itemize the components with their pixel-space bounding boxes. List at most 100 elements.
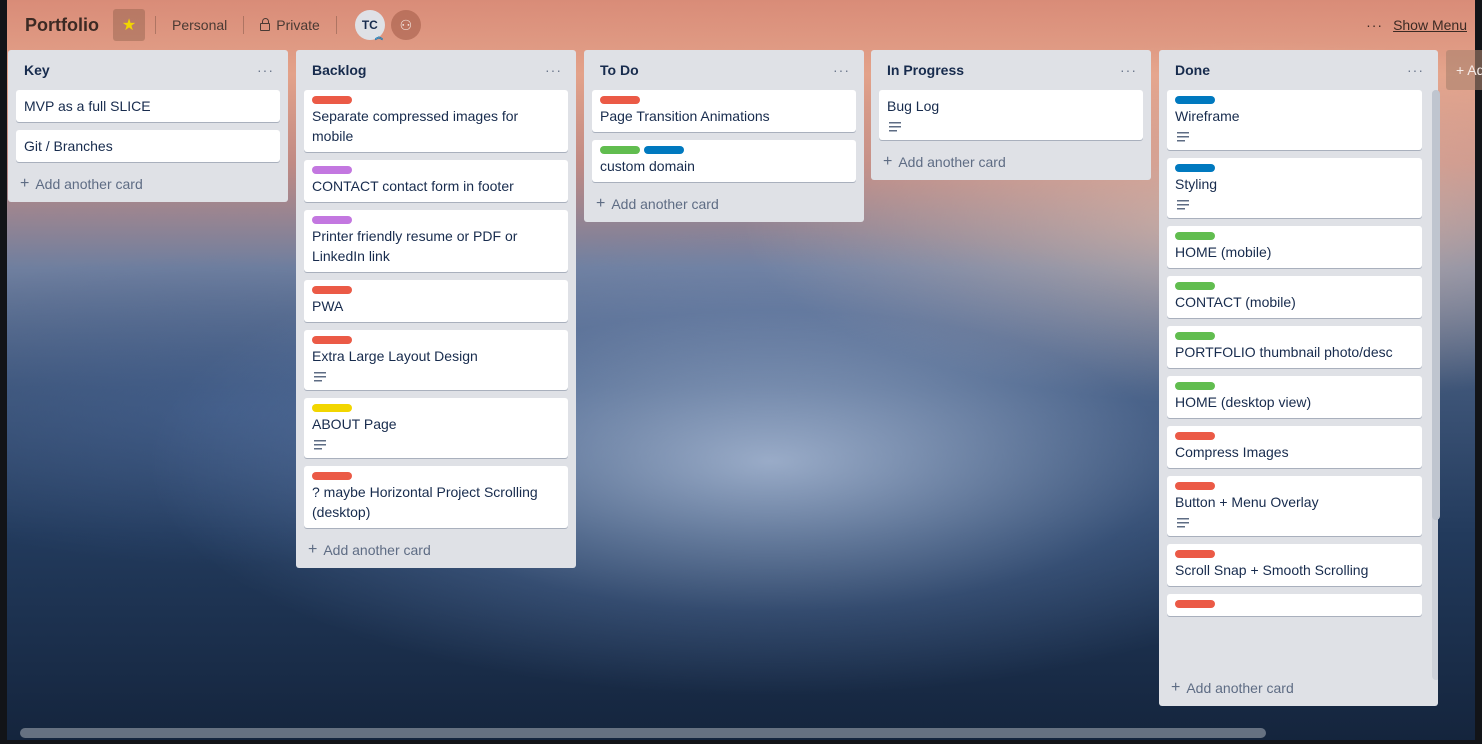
card[interactable]: HOME (desktop view) — [1167, 376, 1422, 418]
list-menu-icon[interactable]: ··· — [1120, 62, 1137, 78]
card-label-red[interactable] — [1175, 600, 1215, 608]
card[interactable]: custom domain — [592, 140, 856, 182]
card-label-yellow[interactable] — [312, 404, 352, 412]
card[interactable]: Scroll Snap + Smooth Scrolling — [1167, 544, 1422, 586]
star-button[interactable]: ★ — [113, 9, 145, 41]
card-label-green[interactable] — [1175, 332, 1215, 340]
list-menu-icon[interactable]: ··· — [833, 62, 850, 78]
card-label-green[interactable] — [600, 146, 640, 154]
member-avatar[interactable]: TC ︽ — [354, 10, 385, 41]
list-menu-icon[interactable]: ··· — [257, 62, 274, 78]
invite-button[interactable]: ⚇ — [390, 10, 421, 40]
add-card-label: Add another card — [1186, 680, 1294, 696]
list-title[interactable]: Done — [1175, 62, 1210, 78]
more-icon: ··· — [1366, 17, 1384, 33]
card-label-purple[interactable] — [312, 216, 352, 224]
card-label-blue[interactable] — [1175, 96, 1215, 104]
card[interactable]: Compress Images — [1167, 426, 1422, 468]
show-menu-button[interactable]: ··· Show Menu — [1366, 17, 1467, 33]
card-title: custom domain — [600, 158, 695, 174]
visibility-button[interactable]: Private — [254, 11, 326, 39]
list-menu-icon[interactable]: ··· — [1407, 62, 1424, 78]
header-divider — [335, 16, 337, 34]
card[interactable]: MVP as a full SLICE — [16, 90, 280, 122]
card[interactable]: CONTACT contact form in footer — [304, 160, 568, 202]
card[interactable]: PORTFOLIO thumbnail photo/desc — [1167, 326, 1422, 368]
card-title: Page Transition Animations — [600, 108, 770, 124]
card-label-green[interactable] — [1175, 232, 1215, 240]
card-label-red[interactable] — [1175, 482, 1215, 490]
card[interactable]: ? maybe Horizontal Project Scrolling (de… — [304, 466, 568, 528]
add-list-button[interactable]: + Add another list — [1446, 50, 1482, 90]
list-in-progress: In Progress ··· Bug Log + Add another ca… — [871, 50, 1151, 180]
admin-chevron-icon: ︽ — [374, 32, 383, 41]
card[interactable]: Page Transition Animations — [592, 90, 856, 132]
add-card-button[interactable]: + Add another card — [879, 148, 1143, 172]
window-frame-bottom — [0, 740, 1482, 744]
board-horizontal-scrollbar[interactable] — [20, 728, 1266, 738]
board-title[interactable]: Portfolio — [17, 9, 107, 42]
card-title: Compress Images — [1175, 444, 1289, 460]
list-header[interactable]: Done ··· — [1167, 50, 1430, 90]
list-header[interactable]: In Progress ··· — [879, 50, 1143, 90]
card[interactable]: Git / Branches — [16, 130, 280, 162]
add-card-button[interactable]: + Add another card — [304, 536, 568, 560]
card-title: Extra Large Layout Design — [312, 348, 478, 364]
list-header[interactable]: To Do ··· — [592, 50, 856, 90]
card[interactable]: Extra Large Layout Design — [304, 330, 568, 390]
card[interactable]: Wireframe — [1167, 90, 1422, 150]
star-icon: ★ — [121, 17, 137, 34]
card[interactable]: Printer friendly resume or PDF or Linked… — [304, 210, 568, 272]
card-label-purple[interactable] — [312, 166, 352, 174]
list-key: Key ··· MVP as a full SLICE Git / Branch… — [8, 50, 288, 202]
add-card-button[interactable]: + Add another card — [16, 170, 280, 194]
add-card-label: Add another card — [898, 154, 1006, 170]
description-icon — [1177, 518, 1189, 528]
board-header: Portfolio ★ Personal Private TC ︽ ⚇ ··· … — [7, 0, 1475, 50]
plus-icon: + — [1171, 679, 1181, 696]
avatar-initials: TC — [361, 18, 378, 32]
card-label-red[interactable] — [312, 336, 352, 344]
add-member-icon: ⚇ — [399, 16, 413, 33]
list-header[interactable]: Backlog ··· — [304, 50, 568, 90]
card-label-red[interactable] — [1175, 550, 1215, 558]
card-title: ABOUT Page — [312, 416, 397, 432]
card[interactable] — [1167, 594, 1422, 616]
card-label-red[interactable] — [312, 472, 352, 480]
card[interactable]: CONTACT (mobile) — [1167, 276, 1422, 318]
list-cards-scroll-area[interactable]: Wireframe Styling HOME (mobile) CONTACT … — [1167, 90, 1430, 680]
card-title: Wireframe — [1175, 108, 1240, 124]
card[interactable]: Bug Log — [879, 90, 1143, 140]
card-label-red[interactable] — [312, 96, 352, 104]
card-label-blue[interactable] — [1175, 164, 1215, 172]
card[interactable]: Styling — [1167, 158, 1422, 218]
card[interactable]: ABOUT Page — [304, 398, 568, 458]
add-card-button[interactable]: + Add another card — [592, 190, 856, 214]
card-label-red[interactable] — [1175, 432, 1215, 440]
card-title: CONTACT (mobile) — [1175, 294, 1296, 310]
list-title[interactable]: Key — [24, 62, 50, 78]
card-label-red[interactable] — [312, 286, 352, 294]
card-label-blue[interactable] — [644, 146, 684, 154]
plus-icon: + — [596, 195, 606, 212]
card[interactable]: Button + Menu Overlay — [1167, 476, 1422, 536]
list-menu-icon[interactable]: ··· — [545, 62, 562, 78]
add-card-label: Add another card — [611, 196, 719, 212]
add-card-label: Add another card — [323, 542, 431, 558]
card-title: Separate compressed images for mobile — [312, 108, 519, 144]
card-label-green[interactable] — [1175, 382, 1215, 390]
list-header[interactable]: Key ··· — [16, 50, 280, 90]
card-title: Scroll Snap + Smooth Scrolling — [1175, 562, 1369, 578]
list-title[interactable]: Backlog — [312, 62, 366, 78]
list-title[interactable]: In Progress — [887, 62, 964, 78]
plus-icon: + — [20, 175, 30, 192]
card[interactable]: Separate compressed images for mobile — [304, 90, 568, 152]
card-label-red[interactable] — [600, 96, 640, 104]
list-title[interactable]: To Do — [600, 62, 639, 78]
card-label-green[interactable] — [1175, 282, 1215, 290]
card[interactable]: HOME (mobile) — [1167, 226, 1422, 268]
list-scrollbar-thumb[interactable] — [1432, 90, 1440, 520]
list-scrollbar[interactable] — [1432, 90, 1440, 680]
card[interactable]: PWA — [304, 280, 568, 322]
team-button[interactable]: Personal — [166, 11, 233, 39]
